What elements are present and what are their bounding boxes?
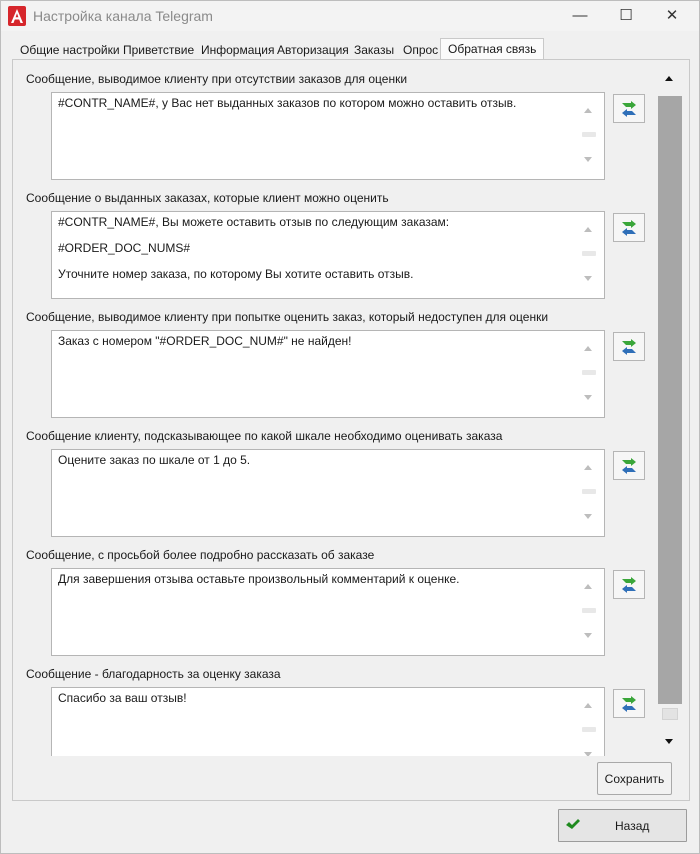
section-label-rating-scale: Сообщение клиенту, подсказывающее по как…	[26, 429, 503, 443]
reset-default-icon	[622, 576, 636, 593]
reset-default-icon	[622, 100, 636, 117]
memo-scrollbar[interactable]	[582, 462, 596, 522]
message-field-detailed-comment[interactable]: Для завершения отзыва оставьте произволь…	[51, 568, 605, 656]
scroll-track-end	[662, 708, 678, 720]
messages-scroll-region: Сообщение, выводимое клиенту при отсутст…	[14, 66, 657, 756]
message-field-no-orders[interactable]: #CONTR_NAME#, у Вас нет выданных заказов…	[51, 92, 605, 180]
scroll-up-arrow-icon[interactable]	[584, 108, 592, 113]
tab-authorization[interactable]: Авторизация	[277, 41, 349, 59]
message-field-unavailable-order[interactable]: Заказ с номером "#ORDER_DOC_NUM#" не най…	[51, 330, 605, 418]
reset-default-icon	[622, 695, 636, 712]
scroll-up-arrow-icon[interactable]	[665, 76, 673, 81]
settings-window: Настройка канала Telegram — ☐ ✕ Общие на…	[0, 0, 700, 854]
scroll-up-arrow-icon[interactable]	[584, 465, 592, 470]
section-label-detailed-comment: Сообщение, с просьбой более подробно рас…	[26, 548, 375, 562]
reset-default-button[interactable]	[613, 689, 645, 718]
scroll-down-arrow-icon[interactable]	[584, 157, 592, 162]
message-text: Для завершения отзыва оставьте произволь…	[58, 572, 460, 586]
title-bar[interactable]: Настройка канала Telegram — ☐ ✕	[1, 1, 699, 31]
scroll-thumb[interactable]	[582, 608, 596, 613]
tab-information[interactable]: Информация	[201, 41, 274, 59]
message-field-rating-scale[interactable]: Оцените заказ по шкале от 1 до 5.	[51, 449, 605, 537]
scroll-up-arrow-icon[interactable]	[584, 584, 592, 589]
reset-default-button[interactable]	[613, 213, 645, 242]
scroll-thumb[interactable]	[582, 132, 596, 137]
checkmark-icon	[566, 819, 580, 829]
reset-default-icon	[622, 219, 636, 236]
scroll-up-arrow-icon[interactable]	[584, 346, 592, 351]
memo-scrollbar[interactable]	[582, 105, 596, 165]
app-logo-icon	[8, 6, 26, 26]
memo-scrollbar[interactable]	[582, 343, 596, 403]
scroll-up-arrow-icon[interactable]	[584, 227, 592, 232]
back-button-label: Назад	[615, 819, 650, 833]
feedback-tab-panel: Сообщение, выводимое клиенту при отсутст…	[12, 59, 690, 801]
reset-default-icon	[622, 338, 636, 355]
message-text: Спасибо за ваш отзыв!	[58, 691, 187, 705]
scroll-thumb[interactable]	[582, 727, 596, 732]
message-field-thanks[interactable]: Спасибо за ваш отзыв!	[51, 687, 605, 756]
message-field-issued-orders[interactable]: #CONTR_NAME#, Вы можете оставить отзыв п…	[51, 211, 605, 299]
scroll-thumb[interactable]	[582, 370, 596, 375]
save-button[interactable]: Сохранить	[597, 762, 672, 795]
scroll-track[interactable]	[658, 96, 682, 720]
section-label-thanks: Сообщение - благодарность за оценку зака…	[26, 667, 281, 681]
memo-scrollbar[interactable]	[582, 700, 596, 756]
window-title: Настройка канала Telegram	[33, 8, 213, 24]
memo-scrollbar[interactable]	[582, 581, 596, 641]
scroll-thumb[interactable]	[582, 251, 596, 256]
section-label-no-orders: Сообщение, выводимое клиенту при отсутст…	[26, 72, 408, 86]
message-text: Заказ с номером "#ORDER_DOC_NUM#" не най…	[58, 334, 352, 348]
tab-orders[interactable]: Заказы	[354, 41, 394, 59]
section-label-issued-orders: Сообщение о выданных заказах, которые кл…	[26, 191, 389, 205]
message-text: Оцените заказ по шкале от 1 до 5.	[58, 453, 251, 467]
scroll-thumb[interactable]	[658, 96, 682, 704]
reset-default-button[interactable]	[613, 332, 645, 361]
reset-default-button[interactable]	[613, 94, 645, 123]
scroll-down-arrow-icon[interactable]	[584, 276, 592, 281]
tab-general[interactable]: Общие настройки	[20, 41, 120, 59]
reset-default-button[interactable]	[613, 570, 645, 599]
message-text: #CONTR_NAME#, Вы можете оставить отзыв п…	[58, 215, 450, 281]
panel-vertical-scrollbar[interactable]	[658, 68, 682, 756]
tab-survey[interactable]: Опрос	[403, 41, 438, 59]
minimize-button[interactable]: —	[557, 1, 603, 29]
section-label-unavailable-order: Сообщение, выводимое клиенту при попытке…	[26, 310, 549, 324]
scroll-down-arrow-icon[interactable]	[584, 752, 592, 756]
reset-default-button[interactable]	[613, 451, 645, 480]
close-button[interactable]: ✕	[649, 1, 695, 29]
back-button[interactable]: Назад	[558, 809, 687, 842]
scroll-down-arrow-icon[interactable]	[665, 739, 673, 744]
scroll-up-arrow-icon[interactable]	[584, 703, 592, 708]
maximize-button[interactable]: ☐	[603, 1, 649, 29]
reset-default-icon	[622, 457, 636, 474]
memo-scrollbar[interactable]	[582, 224, 596, 284]
tab-feedback[interactable]: Обратная связь	[440, 38, 545, 60]
scroll-down-arrow-icon[interactable]	[584, 633, 592, 638]
scroll-thumb[interactable]	[582, 489, 596, 494]
tab-greeting[interactable]: Приветствие	[123, 41, 194, 59]
message-text: #CONTR_NAME#, у Вас нет выданных заказов…	[58, 96, 517, 110]
scroll-down-arrow-icon[interactable]	[584, 395, 592, 400]
scroll-down-arrow-icon[interactable]	[584, 514, 592, 519]
